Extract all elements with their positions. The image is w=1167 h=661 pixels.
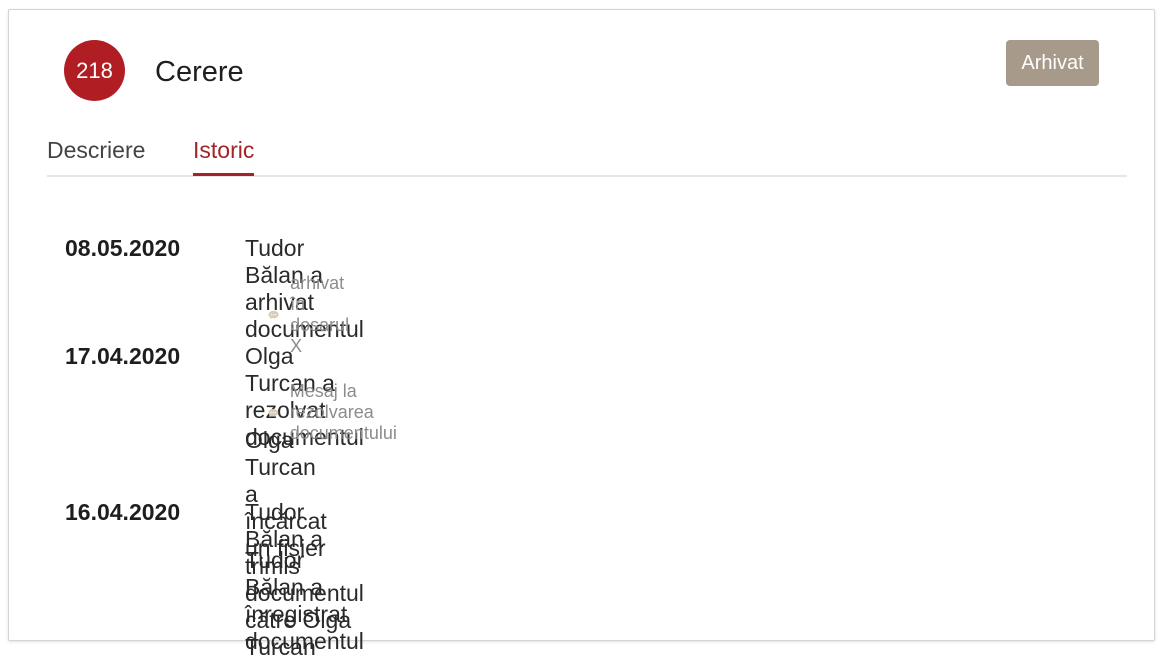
history-event: Tudor Bălan a înregistrat documentul <box>245 547 364 654</box>
history-date: 16.04.2020 <box>65 499 181 525</box>
history-date: 08.05.2020 <box>65 235 181 261</box>
tab-istoric[interactable]: Istoric <box>193 137 255 176</box>
speech-bubble-icon <box>268 408 279 417</box>
speech-bubble-icon <box>268 310 279 320</box>
tab-descriere[interactable]: Descriere <box>47 137 145 174</box>
document-card: 218 Cerere Arhivat Descriere Istoric 08.… <box>8 9 1155 660</box>
tab-bar: Descriere Istoric <box>47 134 1127 177</box>
document-number-badge: 218 <box>64 40 125 101</box>
status-badge[interactable]: Arhivat <box>1006 40 1099 86</box>
history-date: 17.04.2020 <box>65 343 181 369</box>
document-title: Cerere <box>155 56 244 88</box>
